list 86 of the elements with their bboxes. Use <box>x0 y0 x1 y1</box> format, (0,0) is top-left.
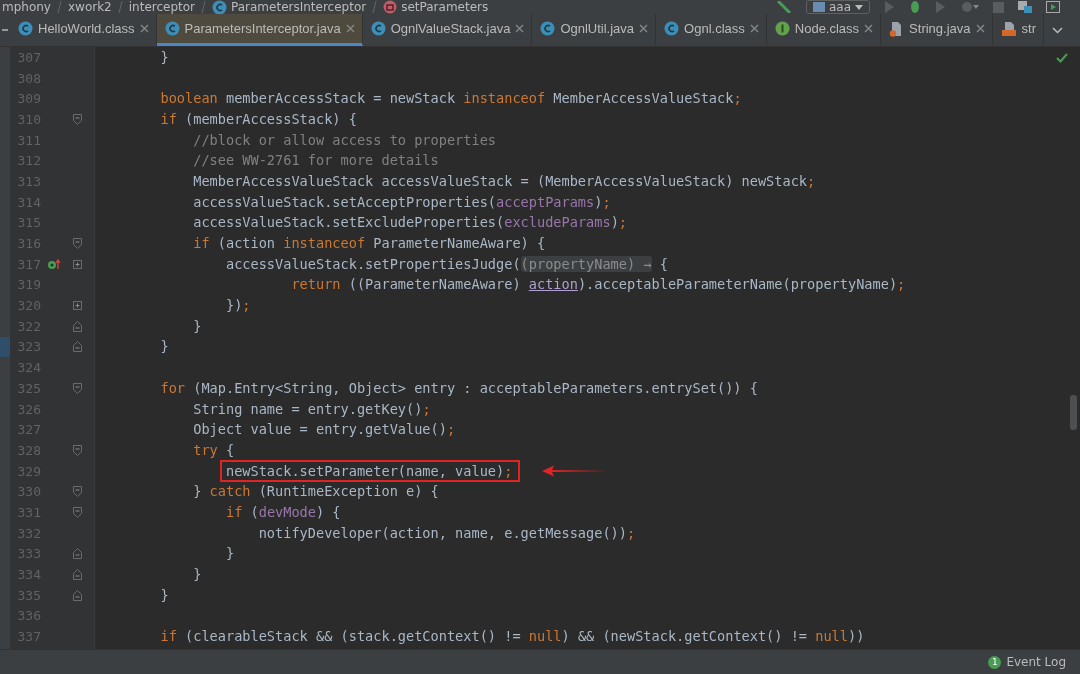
notification-count: 1 <box>988 655 1002 669</box>
fold-icon[interactable] <box>72 382 82 394</box>
code-line: } <box>159 585 169 605</box>
chevron-down-icon[interactable] <box>1051 26 1063 34</box>
separator-icon <box>56 1 62 13</box>
code-line: accessValueStack.setAcceptProperties(acceptParams); <box>192 192 611 212</box>
class-icon <box>540 21 556 36</box>
code-line: } <box>224 544 235 564</box>
run-window-icon[interactable] <box>1046 1 1060 13</box>
fold-icon[interactable] <box>72 548 82 560</box>
code-line: if (action instanceof ParameterNameAware) { <box>192 234 546 254</box>
code-line: //block or allow access to properties <box>192 130 497 150</box>
code-line: if (clearableStack && (stack.getContext() != null) && (newStack.getContext() != null)) <box>159 627 865 647</box>
fold-icon[interactable] <box>72 320 82 332</box>
code-line: Object value = entry.getValue(); <box>192 420 456 440</box>
separator-icon <box>201 1 207 13</box>
highlight-box: newStack.setParameter(name, value); <box>219 459 521 482</box>
close-icon[interactable] <box>864 24 874 33</box>
close-icon[interactable] <box>975 24 985 33</box>
fold-icon[interactable] <box>72 506 82 518</box>
editor-tab[interactable]: Node.class <box>766 14 882 46</box>
close-icon[interactable] <box>749 24 759 33</box>
fold-icon[interactable] <box>72 444 82 456</box>
close-icon[interactable] <box>515 24 525 33</box>
code-line: } <box>192 316 202 336</box>
editor-tab[interactable]: OgnlValueStack.java <box>362 14 533 46</box>
expand-icon[interactable] <box>72 259 82 269</box>
class-icon <box>664 21 680 36</box>
fold-icon[interactable] <box>72 113 82 125</box>
run-configuration-dropdown[interactable]: aaa <box>805 0 870 14</box>
class-icon <box>212 0 228 14</box>
fold-icon[interactable] <box>72 589 82 601</box>
code-line: MemberAccessValueStack accessValueStack = (MemberAccessValueStack) newStack; <box>192 171 816 191</box>
caret-icon <box>855 4 863 10</box>
breadcrumb[interactable]: setParameters <box>383 0 489 14</box>
close-icon[interactable] <box>139 24 149 33</box>
code-line: if (devMode) { <box>224 502 341 522</box>
fold-icon[interactable] <box>72 486 82 498</box>
breadcrumb[interactable]: mphony <box>2 0 51 14</box>
code-line: //see WW-2761 for more details <box>192 151 439 171</box>
close-icon[interactable] <box>345 24 355 33</box>
interface-icon <box>774 21 790 36</box>
stop-icon[interactable] <box>993 1 1004 13</box>
code-line: try { <box>192 440 235 460</box>
config-icon <box>812 2 825 12</box>
code-line: } catch (RuntimeException e) { <box>192 482 439 502</box>
file-icon <box>1000 20 1017 37</box>
editor-tab[interactable]: String.java <box>881 14 993 46</box>
code-line: }); <box>224 296 251 316</box>
separator-icon <box>372 1 378 13</box>
code-line: boolean memberAccessStack = newStack instanceof MemberAccessValueStack; <box>159 89 742 109</box>
editor-tab[interactable]: OgnlUtil.java <box>532 14 657 46</box>
code-line: } <box>192 565 202 585</box>
breadcrumb[interactable]: interceptor <box>128 0 196 14</box>
separator-icon <box>117 1 123 13</box>
fold-icon[interactable] <box>72 569 82 581</box>
method-icon <box>383 0 398 14</box>
class-icon <box>18 21 33 36</box>
code-line: } <box>159 337 169 357</box>
code-line: accessValueStack.setPropertiesJudge((propertyName) → { <box>224 254 668 274</box>
expand-icon[interactable] <box>72 301 82 311</box>
run-icon[interactable] <box>884 1 895 13</box>
scrollbar-thumb[interactable] <box>1070 395 1077 430</box>
code-line: String name = entry.getKey(); <box>192 399 431 419</box>
checkmark-icon <box>1056 53 1068 63</box>
code-line: accessValueStack.setExcludeProperties(excludeParams); <box>192 213 627 233</box>
fold-icon[interactable] <box>72 341 82 353</box>
class-icon <box>164 21 180 36</box>
code-line: notifyDeveloper(action, name, e.getMessage()); <box>257 523 636 543</box>
close-icon[interactable] <box>639 24 649 33</box>
override-icon[interactable] <box>47 258 61 271</box>
editor-tab[interactable]: Ognl.class <box>656 14 767 46</box>
project-structure-icon[interactable] <box>1018 1 1032 13</box>
breadcrumb[interactable]: xwork2 <box>67 0 112 14</box>
event-log-button[interactable]: 1 Event Log <box>988 655 1066 669</box>
selection-marker <box>0 337 10 357</box>
class-icon <box>370 21 386 36</box>
breadcrumb[interactable]: ParametersInterceptor <box>212 0 367 14</box>
code-line: if (memberAccessStack) { <box>159 109 357 129</box>
editor-tab[interactable]: ParametersInterceptor.java <box>156 14 363 46</box>
editor-tab[interactable]: str <box>992 14 1044 46</box>
editor-tab[interactable]: HelloWorld.class <box>10 14 157 46</box>
code-line: return ((ParameterNameAware) action).acceptableParameterName(propertyName); <box>290 275 906 295</box>
code-line: } <box>159 47 169 67</box>
code-line: for (Map.Entry<String, Object> entry : acceptableParameters.entrySet()) { <box>159 378 758 398</box>
fold-icon[interactable] <box>72 238 82 250</box>
